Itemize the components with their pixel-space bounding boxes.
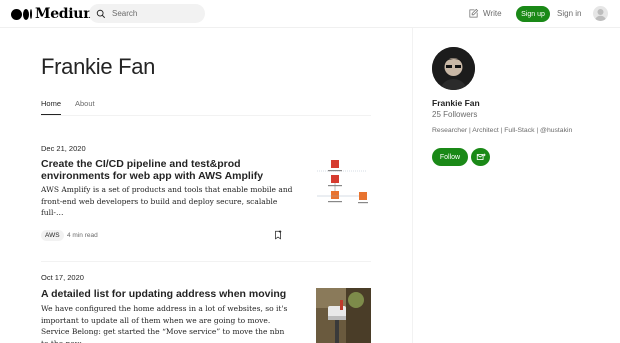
author-avatar[interactable] — [432, 47, 475, 90]
architecture-diagram-thumbnail[interactable] — [315, 154, 371, 210]
medium-logo[interactable]: Medium — [11, 6, 98, 22]
user-avatar-icon[interactable] — [593, 6, 608, 21]
mailbox-photo-thumbnail[interactable] — [316, 288, 371, 343]
subscribe-button[interactable] — [471, 148, 490, 166]
author-bio: Researcher | Architect | Full-Stack | @h… — [432, 127, 573, 134]
post-card[interactable]: Dec 21, 2020 Create the CI/CD pipeline a… — [41, 144, 371, 241]
mail-plus-icon — [476, 153, 486, 160]
write-icon — [469, 8, 479, 18]
post-date: Dec 21, 2020 — [41, 144, 86, 153]
write-label: Write — [483, 9, 502, 18]
tab-home[interactable]: Home — [41, 99, 62, 115]
post-title[interactable]: A detailed list for updating address whe… — [41, 288, 293, 300]
search-icon — [96, 9, 106, 18]
page-title: Frankie Fan — [41, 54, 156, 79]
medium-logo-icon — [11, 8, 32, 20]
tab-about[interactable]: About — [75, 99, 95, 108]
post-card[interactable]: Oct 17, 2020 A detailed list for updatin… — [41, 273, 371, 343]
post-title[interactable]: Create the CI/CD pipeline and test&prod … — [41, 158, 293, 182]
read-time: 4 min read — [67, 232, 98, 239]
post-tag[interactable]: AWS — [41, 230, 64, 241]
bookmark-icon[interactable] — [273, 230, 283, 240]
write-button[interactable]: Write — [468, 8, 502, 19]
follow-button[interactable]: Follow — [432, 148, 468, 166]
signin-link[interactable]: Sign in — [557, 9, 581, 18]
sidebar-divider — [412, 28, 413, 343]
profile-tabs: Home About — [41, 98, 371, 116]
divider — [41, 261, 371, 262]
sidebar-author-name[interactable]: Frankie Fan — [432, 98, 480, 108]
signup-button[interactable]: Sign up — [516, 6, 550, 22]
post-excerpt[interactable]: We have configured the home address in a… — [41, 303, 293, 343]
followers-count[interactable]: 25 Followers — [432, 110, 477, 119]
search-input[interactable] — [112, 9, 202, 18]
top-nav: Medium Write Sign up Sign in — [0, 0, 620, 28]
search-box[interactable] — [89, 4, 205, 23]
post-excerpt[interactable]: AWS Amplify is a set of products and too… — [41, 184, 293, 219]
post-date: Oct 17, 2020 — [41, 273, 84, 282]
